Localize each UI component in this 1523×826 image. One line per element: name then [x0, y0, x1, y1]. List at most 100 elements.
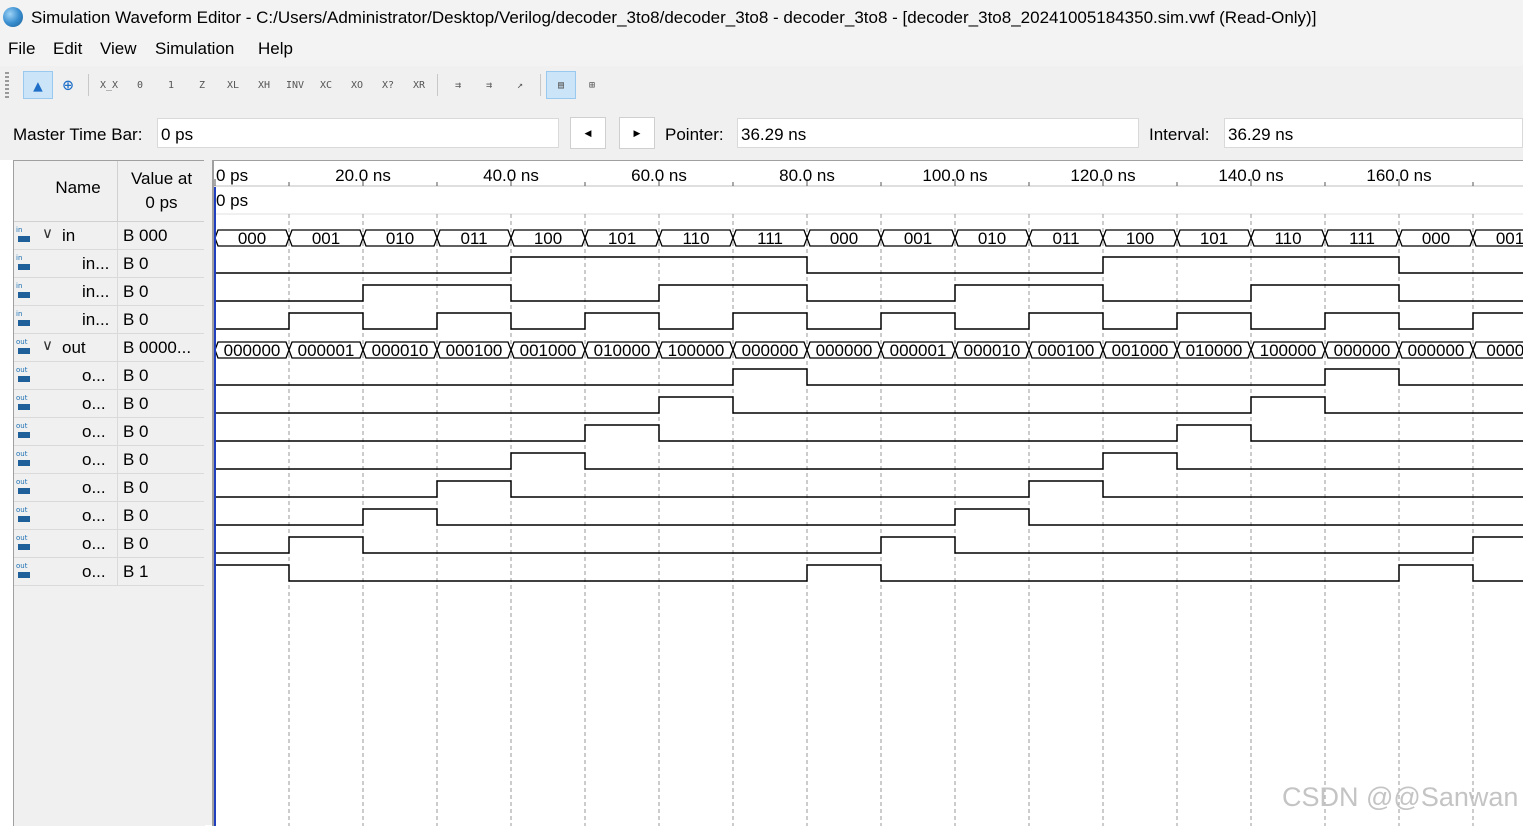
menu-view[interactable]: View [100, 39, 137, 59]
signal-row[interactable]: out o... B 1 [14, 558, 205, 586]
chevron-down-icon[interactable]: ∨ [42, 224, 53, 242]
waveform-pane[interactable]: 0 ps 20.0 ns 40.0 ns 60.0 ns 80.0 ns 100.0 ns… [212, 160, 1523, 826]
signal-row[interactable]: out o... B 0 [14, 362, 205, 390]
count-value-button[interactable]: XC [311, 71, 341, 99]
output-pin-icon: out [16, 478, 34, 496]
value-column-header[interactable]: Value at 0 ps [118, 167, 205, 215]
column-divider [117, 418, 118, 446]
signal-name: o... [82, 506, 106, 525]
interval-label: Interval: [1149, 125, 1210, 144]
chevron-down-icon[interactable]: ∨ [42, 336, 53, 354]
simulation-report-button[interactable]: ▤ [546, 71, 576, 99]
toolbar-grip[interactable] [5, 72, 9, 98]
column-divider [117, 362, 118, 390]
signal-row[interactable]: in in... B 0 [14, 306, 205, 334]
value-header-line1: Value at [130, 169, 193, 188]
name-column-header[interactable]: Name [38, 178, 118, 198]
toolbar-separator [540, 74, 541, 96]
master-time-bar-field[interactable]: 0 ps [157, 118, 559, 148]
signal-row[interactable]: out ∨ out B 0000... [14, 334, 205, 362]
selection-tool-button[interactable]: ▲ [23, 71, 53, 99]
signal-row[interactable]: out o... B 0 [14, 390, 205, 418]
next-transition-button[interactable]: ▶ [619, 117, 655, 149]
previous-transition-button[interactable]: ◀ [570, 117, 606, 149]
bus-value-label: 000 [1422, 229, 1450, 248]
signal-name: o... [82, 450, 106, 469]
pointer-field[interactable]: 36.29 ns [737, 118, 1139, 148]
ruler-time-label: 140.0 ns [1218, 166, 1283, 185]
bit-waveform [215, 480, 1523, 498]
interval-field[interactable]: 36.29 ns [1224, 118, 1523, 148]
waveform-canvas[interactable]: 0 ps 20.0 ns 40.0 ns 60.0 ns 80.0 ns 100.0 ns… [214, 161, 1523, 826]
bus-value-label: 000000 [1408, 341, 1465, 360]
menu-simulation[interactable]: Simulation [155, 39, 234, 59]
waveform-compare-icon: ⊞ [588, 79, 596, 91]
weak-low-button[interactable]: XL [218, 71, 248, 99]
run-timing-simulation-button[interactable]: ⇉ [474, 71, 504, 99]
bus-value-label: 001 [904, 229, 932, 248]
run-functional-simulation-button[interactable]: ⇉ [443, 71, 473, 99]
signal-row[interactable]: out o... B 0 [14, 502, 205, 530]
input-pin-icon: in [16, 310, 34, 328]
column-divider [117, 390, 118, 418]
arrow-left-icon: ◀ [584, 127, 592, 138]
bus-value-label: 111 [757, 229, 783, 248]
forcing-unknown-icon: X̲X [99, 79, 119, 91]
column-divider [117, 278, 118, 306]
generate-netlist-icon: ↗ [516, 79, 524, 91]
ruler-time-label: 60.0 ns [631, 166, 687, 185]
master-time-bar-label: Master Time Bar: [13, 125, 143, 144]
generate-netlist-button[interactable]: ↗ [505, 71, 535, 99]
bit-waveform [215, 256, 1523, 274]
column-divider [117, 306, 118, 334]
output-pin-icon: out [16, 422, 34, 440]
signal-row[interactable]: out o... B 0 [14, 474, 205, 502]
bus-value-label: 000010 [964, 341, 1021, 360]
bus-value-label: 000100 [446, 341, 503, 360]
run-timing-simulation-icon: ⇉ [485, 79, 493, 91]
signal-row[interactable]: in ∨ in B 000 [14, 222, 205, 250]
waveform-compare-button[interactable]: ⊞ [577, 71, 607, 99]
bus-value-label: 010000 [1186, 341, 1243, 360]
zoom-tool-button[interactable]: ⊕ [53, 71, 83, 99]
signal-value: B 0 [123, 478, 149, 497]
ruler-time-label: 120.0 ns [1070, 166, 1135, 185]
weak-high-button[interactable]: XH [249, 71, 279, 99]
output-pin-icon: out [16, 506, 34, 524]
signal-row[interactable]: out o... B 0 [14, 446, 205, 474]
forcing-low-button[interactable]: 0 [125, 71, 155, 99]
signal-name: out [62, 338, 86, 357]
arbitrary-value-button[interactable]: XR [404, 71, 434, 99]
signal-row[interactable]: out o... B 0 [14, 418, 205, 446]
pane-splitter[interactable] [204, 160, 212, 825]
signal-name: o... [82, 366, 106, 385]
invert-button[interactable]: INV [280, 71, 310, 99]
bit-waveform [215, 312, 1523, 330]
watermark: CSDN @@Sanwan [1282, 782, 1519, 812]
ruler-time-label: 20.0 ns [335, 166, 391, 185]
bus-value-label: 000100 [1038, 341, 1095, 360]
bus-value-label: 000001 [298, 341, 355, 360]
menu-help[interactable]: Help [258, 39, 293, 59]
input-pin-icon: in [16, 254, 34, 272]
menu-file[interactable]: File [8, 39, 35, 59]
signal-row[interactable]: in in... B 0 [14, 250, 205, 278]
high-impedance-button[interactable]: Z [187, 71, 217, 99]
node-list-pane: Name Value at 0 ps in ∨ in B 000 in in... B 0i… [13, 160, 205, 826]
bit-waveform [215, 564, 1523, 582]
overwrite-clock-button[interactable]: XO [342, 71, 372, 99]
menu-edit[interactable]: Edit [53, 39, 82, 59]
bit-waveform [215, 536, 1523, 554]
signal-value: B 0 [123, 506, 149, 525]
forcing-high-icon: 1 [167, 79, 175, 91]
toolbar-separator [437, 74, 438, 96]
random-values-button[interactable]: X? [373, 71, 403, 99]
output-pin-icon: out [16, 450, 34, 468]
toolbar: ▲ ⊕ X̲X 0 1 Z XL XH INV XC XO X? XR ⇉ ⇉ ↗ ▤ ⊞ [0, 66, 1523, 105]
signal-row[interactable]: out o... B 0 [14, 530, 205, 558]
bus-value-label: 001000 [1112, 341, 1169, 360]
forcing-high-button[interactable]: 1 [156, 71, 186, 99]
signal-row[interactable]: in in... B 0 [14, 278, 205, 306]
forcing-unknown-button[interactable]: X̲X [94, 71, 124, 99]
forcing-low-icon: 0 [136, 79, 144, 91]
